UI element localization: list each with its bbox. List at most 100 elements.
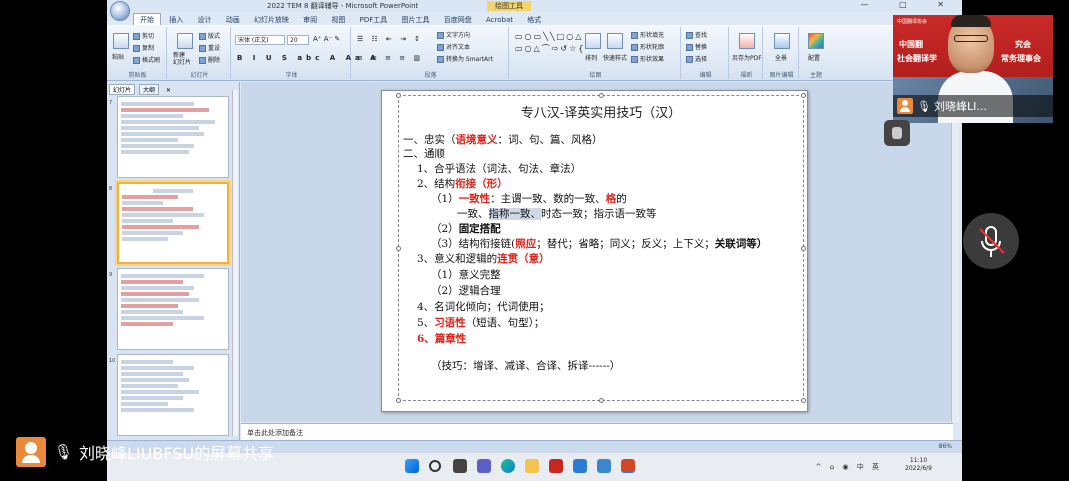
slide-line-14: 6、篇章性: [417, 333, 467, 345]
start-icon[interactable]: [405, 459, 419, 473]
slide-thumbnail[interactable]: [117, 268, 229, 350]
font-grow-shrink-buttons[interactable]: A⁺ A⁻ ✎: [313, 35, 340, 43]
slide-thumbnail[interactable]: [117, 96, 229, 178]
pane-tabs: 幻灯片 大纲 ✕: [109, 84, 176, 95]
slide-line-13: 5、习语性（短语、句型）；: [417, 317, 545, 329]
drawing-label: 绘图: [589, 72, 602, 79]
context-tab-drawing-tools[interactable]: 绘图工具: [487, 1, 531, 11]
slide-line-7: （2）固定搭配: [431, 223, 501, 235]
close-pane-icon[interactable]: ✕: [163, 87, 174, 94]
theme-config-button[interactable]: 配置: [808, 53, 820, 62]
arrange-button[interactable]: 排列: [585, 53, 597, 62]
shape-outline-button[interactable]: 形状轮廓: [631, 42, 664, 51]
paste-button[interactable]: 粘贴: [112, 52, 124, 61]
theme-label: 主题: [809, 72, 822, 79]
current-slide[interactable]: 专八汉-译英实用技巧（汉） 一、忠实（语境意义：词、句、篇、风格） 二、通顺 1…: [381, 90, 808, 412]
panorama-button[interactable]: 全景: [775, 53, 787, 62]
edge-icon[interactable]: [501, 459, 515, 473]
slide-line-3: 1、合乎语法（词法、句法、章法）: [417, 163, 582, 175]
cut-button[interactable]: 剪切: [133, 31, 154, 40]
list-buttons[interactable]: ☰ ☷ ⇤ ⇥ ↕: [357, 35, 423, 43]
quick-styles-button[interactable]: 快速样式: [603, 53, 627, 62]
arrange-icon[interactable]: [585, 33, 601, 49]
slide-scrollbar[interactable]: [951, 82, 959, 422]
new-slide-icon[interactable]: [177, 33, 193, 49]
theme-icon[interactable]: [808, 33, 824, 49]
clock[interactable]: 11:10 2022/6/9: [905, 457, 932, 473]
tab-acrobat[interactable]: Acrobat: [480, 15, 519, 25]
save-as-pdf-button[interactable]: 另存为PDF: [732, 53, 762, 62]
banner-text-line2: 社会翻译学: [897, 54, 937, 63]
slides-group: 新建 幻灯片 版式 重设 删除 幻灯片: [169, 27, 231, 79]
font-size-select[interactable]: 20: [287, 35, 309, 45]
task-view-icon[interactable]: [453, 459, 467, 473]
picture-edit-group: 全景 图片编辑: [765, 27, 799, 79]
smartart-button[interactable]: 转换为 SmartArt: [437, 54, 493, 63]
app-icon[interactable]: [597, 459, 611, 473]
thumbnail-scrollbar[interactable]: [232, 90, 238, 436]
tab-slides[interactable]: 幻灯片: [109, 84, 136, 95]
panorama-icon[interactable]: [774, 33, 790, 49]
copy-button[interactable]: 复制: [133, 43, 154, 52]
select-icon: [686, 56, 693, 63]
tab-outline[interactable]: 大纲: [138, 84, 159, 95]
replace-button[interactable]: 替换: [686, 42, 707, 51]
select-button[interactable]: 选择: [686, 54, 707, 63]
shape-effects-button[interactable]: 形状效果: [631, 54, 664, 63]
format-painter-button[interactable]: 格式刷: [133, 55, 160, 64]
banner-text-line2-right: 常务理事会: [1001, 54, 1041, 63]
align-text-button[interactable]: 对齐文本: [437, 42, 470, 51]
video-nameplate: 🎙 刘晓峰LI...: [893, 95, 1053, 117]
fill-icon: [631, 32, 638, 39]
video-participant-name: 刘晓峰LI...: [933, 100, 987, 113]
notes-pane[interactable]: 单击此处添加备注: [241, 423, 953, 440]
system-tray[interactable]: ^ ⌂ ◉ 中 英: [816, 462, 882, 472]
align-buttons[interactable]: ≡ ≡ ≡ ≡ ▥: [357, 54, 423, 62]
paste-icon[interactable]: [113, 33, 129, 49]
banner-small-text: 中国翻译协会: [897, 19, 928, 25]
layout-button[interactable]: 版式: [199, 31, 220, 40]
clock-date: 2022/6/9: [905, 465, 932, 472]
slide-line-12: 4、名词化倾向；代词使用；: [417, 301, 550, 313]
slide-line-2: 二、通顺: [403, 148, 445, 160]
slide-line-11: （2）逻辑合理: [431, 285, 501, 297]
theme-group: 配置 主题: [801, 27, 831, 79]
window-controls[interactable]: — □ ✕: [861, 0, 958, 9]
shapes-gallery-row2[interactable]: ▭○△⌒⇨↺☆{: [515, 43, 585, 54]
office-button[interactable]: [110, 1, 130, 21]
presenter-video[interactable]: 中国翻译协会 中国翻 究会 社会翻译学 常务理事会 🎙 刘晓峰LI...: [893, 15, 1053, 123]
slide-thumbnail-selected[interactable]: [117, 182, 229, 264]
search-icon[interactable]: [429, 460, 441, 472]
slide-text-box[interactable]: 专八汉-译英实用技巧（汉） 一、忠实（语境意义：词、句、篇、风格） 二、通顺 1…: [396, 93, 806, 403]
powerpoint-icon[interactable]: [621, 459, 635, 473]
chat-icon[interactable]: [477, 459, 491, 473]
find-button[interactable]: 查找: [686, 30, 707, 39]
meeting-screen-share: 2022 TEM 8 翻译辅导 - Microsoft PowerPoint 绘…: [0, 0, 1069, 481]
slides-label: 幻灯片: [190, 72, 209, 79]
reset-button[interactable]: 重设: [199, 43, 220, 52]
text-direction-button[interactable]: 文字方向: [437, 30, 470, 39]
slide-editing-area: 专八汉-译英实用技巧（汉） 一、忠实（语境意义：词、句、篇、风格） 二、通顺 1…: [241, 82, 959, 422]
drawing-group: ▭○▭╲╲□○△ ▭○△⌒⇨↺☆{ 排列 快速样式 形状填充 形状轮廓 形状效果…: [511, 27, 681, 79]
delete-slide-button[interactable]: 删除: [199, 55, 220, 64]
acrobat-icon[interactable]: [549, 459, 563, 473]
reset-icon: [199, 45, 206, 52]
collapse-video-button[interactable]: [884, 120, 910, 146]
outline-icon: [631, 44, 638, 51]
folder-icon[interactable]: [525, 459, 539, 473]
zoom-level[interactable]: 86%: [939, 443, 952, 450]
scissors-icon: [133, 33, 140, 40]
shape-fill-button[interactable]: 形状填充: [631, 30, 664, 39]
font-name-select[interactable]: 宋体 (正文): [235, 35, 285, 45]
title-bar: 2022 TEM 8 翻译辅导 - Microsoft PowerPoint 绘…: [107, 0, 962, 12]
slide-line-5: （1）一致性：主谓一致、数的一致、格的: [431, 193, 627, 205]
pdf-icon[interactable]: [739, 33, 755, 49]
banner-text-right: 究会: [1015, 40, 1031, 49]
mic-muted-button[interactable]: [963, 213, 1019, 269]
new-slide-button[interactable]: 新建 幻灯片: [173, 52, 191, 66]
word-icon[interactable]: [573, 459, 587, 473]
shapes-gallery[interactable]: ▭○▭╲╲□○△: [515, 32, 583, 41]
screen-share-label: 🎙 刘晓峰LIUBFSU的屏幕共享: [16, 436, 274, 468]
quick-styles-icon[interactable]: [607, 33, 623, 49]
slide-thumbnail[interactable]: [117, 354, 229, 436]
